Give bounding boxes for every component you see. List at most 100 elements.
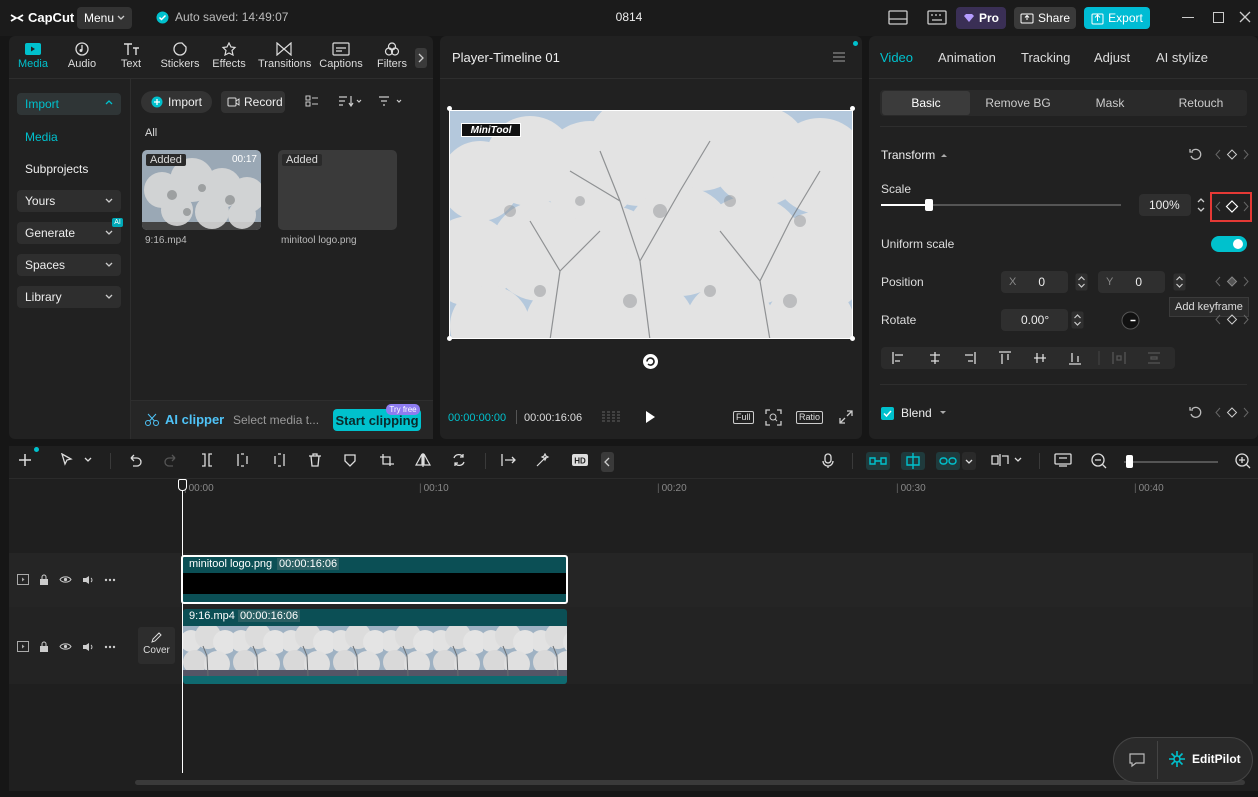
timeline-zoom-slider[interactable] (1124, 455, 1218, 468)
split-icon[interactable] (200, 453, 214, 467)
scale-slider-knob[interactable] (925, 199, 933, 211)
menu-button[interactable]: Menu (77, 7, 132, 29)
resize-handle[interactable] (447, 336, 452, 341)
preview-axis-icon[interactable] (990, 453, 1022, 467)
magic-wand-icon[interactable] (535, 453, 551, 467)
playhead-line[interactable] (182, 480, 183, 773)
sidebar-generate[interactable]: Generate (17, 222, 121, 244)
timeline-scrollbar[interactable] (135, 780, 1245, 785)
keyboard-icon[interactable] (927, 10, 947, 25)
tab-video[interactable]: Video (880, 50, 913, 65)
sidebar-import[interactable]: Import (17, 93, 121, 115)
eye-icon[interactable] (59, 642, 72, 651)
zoom-in-icon[interactable] (1235, 453, 1251, 469)
zoom-out-icon[interactable] (1091, 453, 1107, 469)
editpilot-button[interactable]: EditPilot (1168, 750, 1241, 768)
pro-button[interactable]: Pro (956, 7, 1006, 29)
transform-header[interactable]: Transform (881, 148, 948, 162)
more-icon[interactable] (104, 578, 116, 582)
rotate-clip-icon[interactable] (451, 453, 467, 467)
filter-icon[interactable] (378, 95, 404, 107)
clip-video[interactable]: 9:16.mp4 00:00:16:06 (183, 609, 567, 684)
toolbar-collapse[interactable] (601, 452, 614, 472)
split-left-icon[interactable] (236, 453, 250, 467)
tab-animation[interactable]: Animation (938, 50, 996, 65)
waveform-icon[interactable] (600, 410, 622, 424)
subtab-basic[interactable]: Basic (882, 91, 970, 115)
link-icon[interactable] (936, 452, 960, 470)
scale-slider[interactable] (881, 199, 1121, 211)
lock-icon[interactable] (39, 574, 49, 585)
resize-handle[interactable] (850, 336, 855, 341)
filter-all-label[interactable]: All (145, 127, 157, 139)
resize-handle[interactable] (850, 106, 855, 111)
export-button[interactable]: Export (1084, 7, 1150, 29)
rotate-dial[interactable] (1121, 311, 1140, 330)
tab-ai-stylize[interactable]: AI stylize (1156, 50, 1208, 65)
auto-snap-icon[interactable] (901, 452, 925, 470)
rotate-stepper-icon[interactable] (1071, 311, 1084, 329)
preview-canvas[interactable]: MiniTool (449, 110, 853, 339)
tab-filters[interactable]: Filters (366, 42, 418, 70)
minimize-icon[interactable] (1182, 17, 1194, 18)
play-icon[interactable] (644, 410, 656, 424)
ratio-button[interactable]: Ratio (796, 411, 824, 424)
tab-captions[interactable]: Captions (315, 42, 367, 70)
rotate-input[interactable]: 0.00° (1001, 309, 1068, 331)
lock-icon[interactable] (39, 641, 49, 652)
position-keyframe[interactable] (1215, 276, 1249, 287)
blend-header[interactable]: Blend (881, 406, 947, 420)
subtab-retouch[interactable]: Retouch (1157, 91, 1245, 115)
eye-icon[interactable] (59, 575, 72, 584)
y-stepper-icon[interactable] (1173, 273, 1186, 291)
freeze-icon[interactable] (500, 453, 518, 467)
hd-icon[interactable]: HD (571, 453, 589, 467)
grid-view-icon[interactable] (305, 95, 319, 107)
tab-stickers[interactable]: Stickers (154, 42, 206, 70)
zoom-slider-knob[interactable] (1126, 455, 1133, 468)
subtab-remove-bg[interactable]: Remove BG (974, 91, 1062, 115)
sort-icon[interactable] (338, 95, 364, 107)
clip-logo[interactable]: minitool logo.png 00:00:16:06 (181, 555, 568, 604)
rotate-handle-icon[interactable] (642, 353, 659, 370)
mask-shield-icon[interactable] (343, 453, 357, 467)
link-dropdown[interactable] (962, 452, 976, 470)
chat-feedback-icon[interactable] (1128, 752, 1146, 768)
split-right-icon[interactable] (272, 453, 286, 467)
hamburger-icon[interactable] (832, 51, 846, 63)
tab-transitions[interactable]: Transitions (258, 42, 311, 70)
media-item-image[interactable]: Added (278, 150, 397, 230)
blend-keyframe[interactable] (1215, 407, 1249, 418)
uniform-scale-toggle[interactable] (1211, 236, 1247, 252)
select-tool-icon[interactable] (60, 453, 94, 467)
tab-audio[interactable]: Audio (56, 42, 108, 70)
tab-tracking[interactable]: Tracking (1021, 50, 1070, 65)
microphone-icon[interactable] (821, 453, 835, 469)
volume-icon[interactable] (82, 575, 94, 585)
ai-clipper[interactable]: AI clipper (144, 412, 224, 427)
tab-media[interactable]: Media (7, 42, 59, 70)
crop-icon[interactable] (379, 453, 395, 467)
resize-handle[interactable] (447, 106, 452, 111)
playhead-handle[interactable] (178, 479, 187, 491)
sidebar-spaces[interactable]: Spaces (17, 254, 121, 276)
scale-stepper-icon[interactable] (1196, 196, 1206, 214)
scale-add-keyframe-button[interactable] (1215, 200, 1249, 213)
position-y-input[interactable]: Y 0 (1098, 271, 1165, 293)
maximize-icon[interactable] (1213, 12, 1224, 23)
redo-icon[interactable] (164, 453, 178, 467)
checkbox-checked-icon[interactable] (881, 406, 894, 420)
undo-icon[interactable] (128, 453, 142, 467)
mirror-icon[interactable] (415, 453, 431, 467)
media-item-video[interactable]: Added 00:17 (142, 150, 261, 230)
delete-icon[interactable] (308, 453, 322, 467)
subtab-mask[interactable]: Mask (1066, 91, 1154, 115)
zoom-fit-icon[interactable] (765, 409, 782, 426)
sidebar-item-subprojects[interactable]: Subprojects (25, 162, 88, 176)
sidebar-yours[interactable]: Yours (17, 190, 121, 212)
caption-preview-icon[interactable] (1054, 453, 1072, 467)
add-track-icon[interactable] (18, 453, 32, 467)
layout-icon[interactable] (888, 10, 908, 25)
record-button[interactable]: Record (221, 91, 285, 113)
cover-button[interactable]: Cover (138, 627, 175, 664)
